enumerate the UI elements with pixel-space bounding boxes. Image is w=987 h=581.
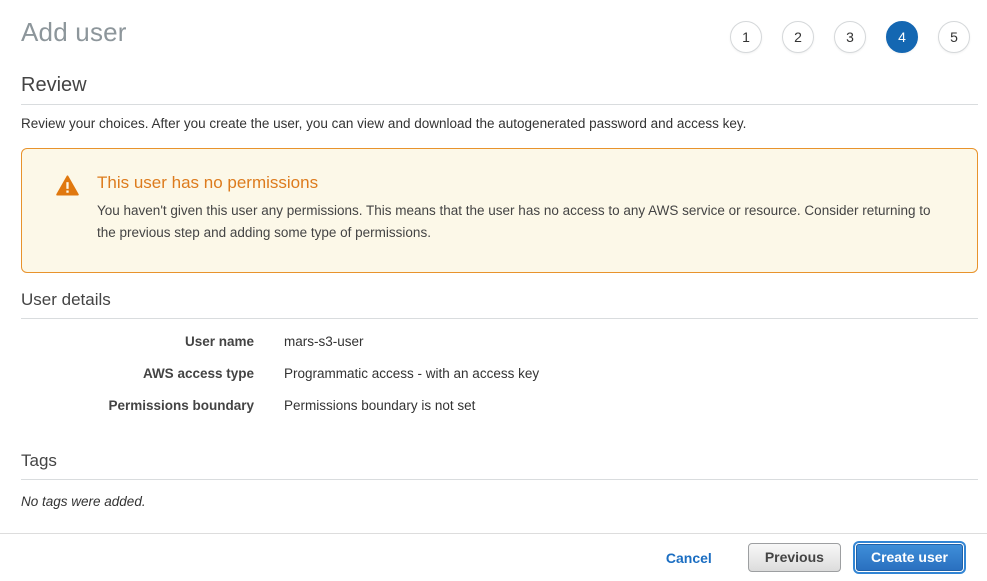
- review-page: Review Review your choices. After you cr…: [0, 74, 987, 533]
- detail-label: AWS access type: [21, 366, 254, 381]
- detail-row-permissions-boundary: Permissions boundary Permissions boundar…: [21, 398, 978, 413]
- step-1[interactable]: 1: [730, 21, 762, 53]
- user-details-section: User details User name mars-s3-user AWS …: [21, 290, 978, 413]
- wizard-footer: Cancel Previous Create user: [0, 533, 987, 581]
- create-user-button[interactable]: Create user: [856, 544, 963, 571]
- cancel-button[interactable]: Cancel: [666, 550, 712, 566]
- step-4-active[interactable]: 4: [886, 21, 918, 53]
- detail-value: Permissions boundary is not set: [284, 398, 475, 413]
- warning-title: This user has no permissions: [97, 173, 947, 193]
- tags-empty-message: No tags were added.: [21, 494, 978, 509]
- warning-triangle-icon: [56, 175, 79, 252]
- previous-button[interactable]: Previous: [748, 543, 841, 572]
- user-details-heading: User details: [21, 290, 978, 319]
- step-2[interactable]: 2: [782, 21, 814, 53]
- tags-heading: Tags: [21, 451, 978, 480]
- tags-section: Tags No tags were added.: [21, 451, 978, 509]
- detail-label: User name: [21, 334, 254, 349]
- wizard-header: Add user 1 2 3 4 5: [0, 0, 987, 74]
- review-description: Review your choices. After you create th…: [21, 116, 978, 131]
- detail-row-user-name: User name mars-s3-user: [21, 334, 978, 349]
- detail-row-access-type: AWS access type Programmatic access - wi…: [21, 366, 978, 381]
- warning-content: This user has no permissions You haven't…: [97, 173, 947, 252]
- user-details-rows: User name mars-s3-user AWS access type P…: [21, 334, 978, 413]
- no-permissions-warning: This user has no permissions You haven't…: [21, 148, 978, 273]
- detail-value: Programmatic access - with an access key: [284, 366, 539, 381]
- detail-value: mars-s3-user: [284, 334, 364, 349]
- step-3[interactable]: 3: [834, 21, 866, 53]
- step-5[interactable]: 5: [938, 21, 970, 53]
- step-indicator: 1 2 3 4 5: [730, 21, 970, 53]
- review-section: Review Review your choices. After you cr…: [21, 74, 978, 273]
- warning-body: You haven't given this user any permissi…: [97, 200, 947, 244]
- review-heading: Review: [21, 74, 978, 105]
- detail-label: Permissions boundary: [21, 398, 254, 413]
- page-title: Add user: [21, 17, 127, 48]
